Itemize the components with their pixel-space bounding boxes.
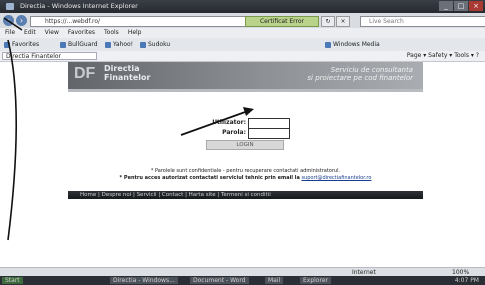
top-arrow-line: [3, 17, 23, 31]
browser-window: Directia - Windows Internet Explorer _ □…: [0, 0, 485, 285]
annotation-arrows: [3, 17, 254, 241]
login-arrow-line: [180, 110, 249, 136]
arrow-head-icon: [243, 107, 254, 116]
left-arrow-line: [7, 39, 18, 241]
